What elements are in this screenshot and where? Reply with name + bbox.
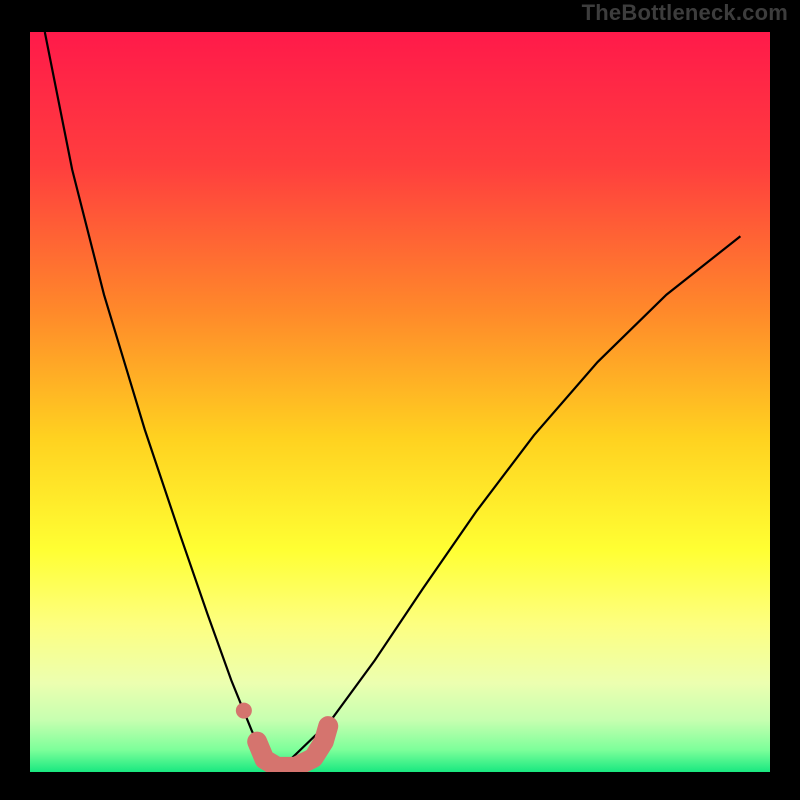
bottleneck-chart [0,0,800,800]
chart-frame: TheBottleneck.com [0,0,800,800]
gradient-background [30,32,770,772]
marker-dot [236,703,252,719]
